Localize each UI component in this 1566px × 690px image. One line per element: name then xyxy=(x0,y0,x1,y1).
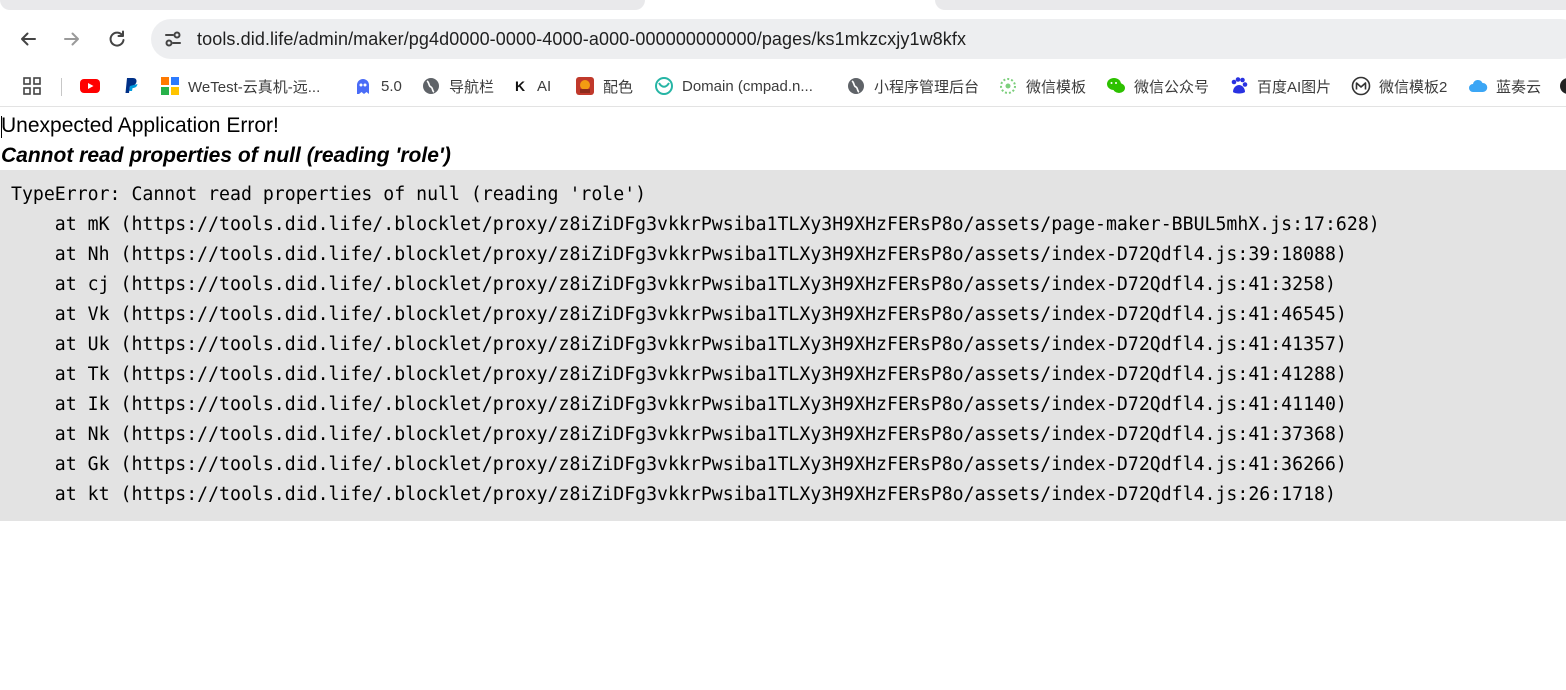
stack-line: at Nh (https://tools.did.life/.blocklet/… xyxy=(11,244,1347,265)
bookmark-wetest[interactable]: WeTest-云真机-远... xyxy=(160,74,320,98)
bookmark-domain[interactable]: Domain (cmpad.n... xyxy=(654,74,813,98)
stack-line: TypeError: Cannot read properties of nul… xyxy=(11,184,647,205)
stack-line: at Nk (https://tools.did.life/.blocklet/… xyxy=(11,424,1347,445)
bookmark-label: 微信模板2 xyxy=(1379,78,1448,96)
bookmark-baidu-ai-image[interactable]: 百度AI图片 xyxy=(1229,74,1331,98)
browser-toolbar: tools.did.life/admin/maker/pg4d0000-0000… xyxy=(0,12,1566,66)
wechat-template-icon xyxy=(998,76,1018,96)
bookmark-label: 蓝奏云 xyxy=(1496,78,1542,96)
m-icon xyxy=(1351,76,1371,96)
reload-button[interactable] xyxy=(100,22,134,56)
bookmark-wechat-template-2[interactable]: 微信模板2 xyxy=(1351,74,1447,98)
bookmark-label: 微信公众号 xyxy=(1134,78,1210,96)
stack-line: at Ik (https://tools.did.life/.blocklet/… xyxy=(11,394,1347,415)
bookmark-wechat-official[interactable]: 微信公众号 xyxy=(1106,74,1209,98)
bookmark-miniprogram-admin[interactable]: 小程序管理后台 xyxy=(846,74,979,98)
stack-line: at kt (https://tools.did.life/.blocklet/… xyxy=(11,484,1336,505)
inactive-tab[interactable] xyxy=(0,0,645,10)
ghost-icon xyxy=(353,76,373,96)
forward-arrow-icon xyxy=(64,32,79,46)
bookmarks-separator xyxy=(61,78,62,96)
bookmark-paypal[interactable] xyxy=(121,74,149,98)
stack-line: at Vk (https://tools.did.life/.blocklet/… xyxy=(11,304,1347,325)
cloud-icon xyxy=(1468,76,1488,96)
bookmark-label: AI xyxy=(537,77,552,95)
bookmark-ai[interactable]: K AI xyxy=(513,74,551,98)
partial-bookmark-icon xyxy=(1558,76,1566,96)
bookmark-palette[interactable]: 配色 xyxy=(575,74,633,98)
bookmark-lanzou-cloud[interactable]: 蓝奏云 xyxy=(1468,74,1541,98)
k-icon: K xyxy=(514,78,526,94)
back-button[interactable] xyxy=(11,22,45,56)
stack-line: at Gk (https://tools.did.life/.blocklet/… xyxy=(11,454,1347,475)
bookmark-label: 百度AI图片 xyxy=(1257,78,1332,96)
stack-line: at Tk (https://tools.did.life/.blocklet/… xyxy=(11,364,1347,385)
back-arrow-icon xyxy=(21,32,36,46)
stack-line: at mK (https://tools.did.life/.blocklet/… xyxy=(11,214,1380,235)
reload-icon xyxy=(109,30,125,47)
paypal-icon xyxy=(121,76,141,96)
bookmark-label: 5.0 xyxy=(381,77,402,95)
globe-icon xyxy=(421,76,441,96)
stack-line: at cj (https://tools.did.life/.blocklet/… xyxy=(11,274,1336,295)
bookmark-label: 配色 xyxy=(603,78,634,96)
bookmark-5-0[interactable]: 5.0 xyxy=(353,74,402,98)
bookmark-label: 导航栏 xyxy=(449,78,495,96)
bookmark-label: 微信模板 xyxy=(1026,78,1087,96)
stack-trace: TypeError: Cannot read properties of nul… xyxy=(0,170,1566,521)
wetest-icon xyxy=(160,76,180,96)
error-message: Cannot read properties of null (reading … xyxy=(1,144,451,167)
baidu-icon xyxy=(1229,76,1249,96)
stack-line: at Uk (https://tools.did.life/.blocklet/… xyxy=(11,334,1347,355)
address-bar[interactable]: tools.did.life/admin/maker/pg4d0000-0000… xyxy=(151,19,1566,59)
bookmark-label: 小程序管理后台 xyxy=(874,78,980,96)
palette-icon xyxy=(575,76,595,96)
text-caret xyxy=(1,116,2,138)
tab-strip xyxy=(0,0,1566,12)
inactive-tab[interactable] xyxy=(935,0,1566,10)
apps-button[interactable] xyxy=(22,74,50,98)
youtube-icon xyxy=(80,76,100,96)
bookmark-wechat-template[interactable]: 微信模板 xyxy=(998,74,1086,98)
page-content: Unexpected Application Error! Cannot rea… xyxy=(0,111,1566,690)
url-text[interactable]: tools.did.life/admin/maker/pg4d0000-0000… xyxy=(197,29,966,50)
domain-icon xyxy=(654,76,674,96)
bookmark-label: WeTest-云真机-远... xyxy=(188,78,321,96)
forward-button[interactable] xyxy=(55,22,89,56)
error-title: Unexpected Application Error! xyxy=(1,114,279,137)
wechat-icon xyxy=(1106,76,1126,96)
apps-grid-icon xyxy=(22,76,42,96)
bookmark-overflow[interactable] xyxy=(1558,74,1566,98)
bookmark-youtube[interactable] xyxy=(80,74,108,98)
globe-icon xyxy=(846,76,866,96)
bookmark-navbar[interactable]: 导航栏 xyxy=(421,74,494,98)
bookmark-label: Domain (cmpad.n... xyxy=(682,77,813,95)
site-info-icon[interactable] xyxy=(161,27,185,51)
bookmarks-bar: WeTest-云真机-远... 5.0 导航栏 K AI 配色 Domain (… xyxy=(0,66,1566,107)
